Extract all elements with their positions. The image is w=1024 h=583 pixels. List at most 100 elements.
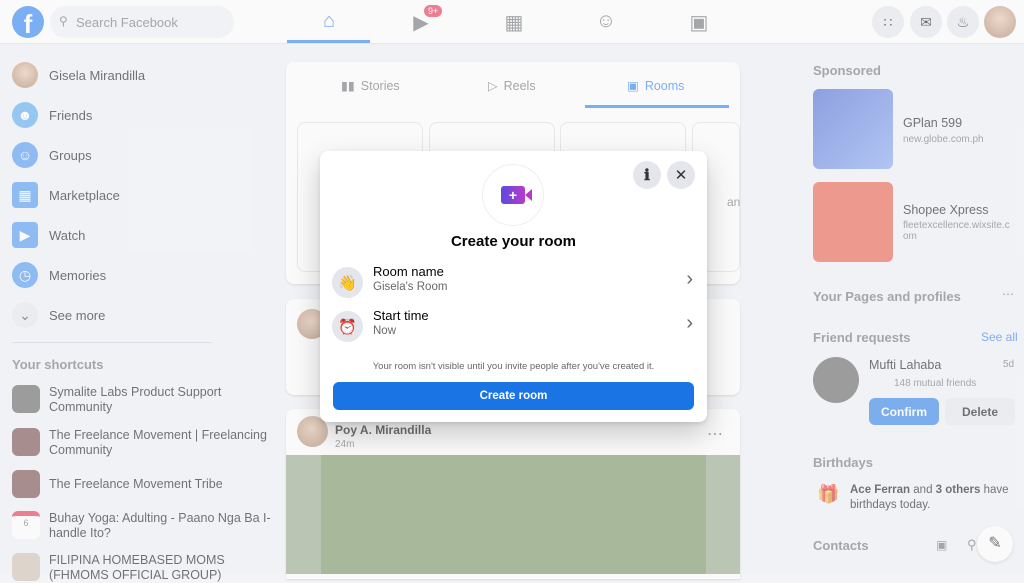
gift-icon: 🎁 (817, 484, 840, 504)
chevron-down-icon: ⌄ (12, 302, 38, 328)
pages-title: Your Pages and profiles (813, 289, 961, 304)
shortcut-item[interactable]: Symalite Labs Product Support Community (12, 385, 272, 415)
group-thumbnail (12, 553, 40, 581)
shortcut-label: The Freelance Movement | Freelancing Com… (49, 428, 267, 457)
marketplace-icon: ▦ (12, 182, 38, 208)
info-icon[interactable]: ℹ (633, 161, 661, 189)
shortcut-label: FILIPINA HOMEBASED MOMS (FHMOMS OFFICIAL… (49, 553, 225, 582)
search-icon[interactable]: ⚲ (967, 537, 977, 553)
search-input[interactable]: ⚲ Search Facebook (50, 6, 234, 38)
contacts-title: Contacts (813, 538, 869, 553)
tab-rooms[interactable]: ▣ Rooms (627, 78, 685, 94)
room-card-label: an (727, 195, 741, 209)
friend-request-age: 5d (1003, 359, 1015, 370)
sidebar-item-label: See more (49, 307, 106, 323)
sidebar-item-label: Marketplace (49, 187, 120, 203)
sponsored-title: Sponsored (813, 63, 881, 78)
sidebar-item-label: Watch (49, 227, 86, 243)
sidebar-item-profile[interactable]: Gisela Mirandilla (12, 57, 272, 93)
ad-image[interactable] (813, 89, 893, 169)
post-time[interactable]: 24m (335, 439, 354, 450)
chevron-right-icon: › (686, 312, 693, 334)
friends-icon: ☻ (12, 102, 38, 128)
search-placeholder: Search Facebook (76, 15, 178, 30)
video-plus-icon: + (501, 186, 532, 204)
see-all-link[interactable]: See all (981, 330, 1018, 344)
calendar-icon: 6 (12, 511, 40, 539)
sidebar-item-marketplace[interactable]: ▦ Marketplace (12, 177, 272, 213)
birthdays-title: Birthdays (813, 455, 873, 470)
more-options-icon[interactable]: ⋯ (1002, 287, 1014, 301)
tab-stories[interactable]: ▮▮ Stories (341, 78, 400, 94)
start-time-row[interactable]: ⏰ Start time Now › (332, 306, 695, 346)
ad-url: fleetexcellence.wixsite.com (903, 220, 1010, 242)
birthday-others[interactable]: 3 others (936, 484, 981, 496)
chevron-right-icon: › (686, 268, 693, 290)
confirm-button[interactable]: Confirm (869, 398, 939, 425)
sidebar-item-label: Gisela Mirandilla (49, 67, 146, 83)
sidebar-item-groups[interactable]: ☺ Groups (12, 137, 272, 173)
sidebar-item-memories[interactable]: ◷ Memories (12, 257, 272, 293)
reels-icon: ▷ (488, 79, 498, 93)
room-name-row[interactable]: 👋 Room name Gisela's Room › (332, 262, 695, 302)
stories-icon: ▮▮ (341, 79, 355, 93)
row-value: Now (373, 325, 397, 337)
shortcut-item[interactable]: 6 Buhay Yoga: Adulting - Paano Nga Ba I-h… (12, 511, 272, 541)
post-image[interactable] (286, 455, 740, 574)
ad-image[interactable] (813, 182, 893, 262)
active-tab-indicator (585, 105, 729, 108)
tab-reels[interactable]: ▷ Reels (488, 78, 536, 94)
video-call-icon[interactable]: ▣ (936, 538, 947, 552)
birthday-name[interactable]: Ace Ferran (850, 484, 910, 496)
messenger-icon[interactable]: ✉ (910, 6, 942, 38)
menu-grid-icon[interactable]: ∷ (872, 6, 904, 38)
account-avatar[interactable] (984, 6, 1016, 38)
sidebar-item-label: Groups (49, 147, 92, 163)
sidebar-item-friends[interactable]: ☻ Friends (12, 97, 272, 133)
rooms-icon: ▣ (627, 79, 639, 93)
avatar (12, 62, 38, 88)
groups-icon[interactable]: ☺ (594, 10, 618, 34)
shortcut-item[interactable]: The Freelance Movement Tribe (12, 470, 272, 498)
tab-label: Rooms (644, 78, 685, 93)
watch-badge: 9+ (424, 5, 443, 17)
ad-title[interactable]: Shopee Xpress (903, 203, 988, 217)
friend-requests-title: Friend requests (813, 330, 911, 345)
friend-request-avatar[interactable] (813, 357, 859, 403)
sidebar-item-label: Friends (49, 107, 93, 123)
group-thumbnail (12, 470, 40, 498)
close-icon[interactable]: ✕ (667, 161, 695, 189)
shortcut-label: Symalite Labs Product Support Community (49, 385, 222, 414)
shortcuts-title: Your shortcuts (12, 357, 104, 372)
new-message-icon[interactable]: ✎ (977, 526, 1013, 562)
memories-icon: ◷ (12, 262, 38, 288)
home-icon[interactable]: ⌂ (317, 10, 341, 34)
shortcut-item[interactable]: FILIPINA HOMEBASED MOMS (FHMOMS OFFICIAL… (12, 553, 272, 583)
friend-request-name[interactable]: Mufti Lahaba (869, 358, 941, 372)
create-room-button[interactable]: Create room (333, 382, 694, 410)
watch-icon: ▶ (12, 222, 38, 248)
sidebar-item-label: Memories (49, 267, 107, 283)
create-room-dialog: + ℹ ✕ Create your room 👋 Room name Gisel… (320, 151, 707, 422)
search-icon: ⚲ (59, 14, 68, 28)
facebook-logo[interactable]: f (12, 6, 44, 39)
ad-url: new.globe.com.ph (903, 134, 984, 145)
tab-label: Stories (360, 78, 400, 93)
wave-icon: 👋 (332, 267, 363, 298)
marketplace-icon[interactable]: ▦ (502, 10, 526, 34)
shortcut-item[interactable]: The Freelance Movement | Freelancing Com… (12, 428, 272, 458)
ad-title[interactable]: GPlan 599 (903, 116, 962, 130)
more-options-icon[interactable]: ⋯ (707, 424, 723, 444)
sidebar-item-watch[interactable]: ▶ Watch (12, 217, 272, 253)
sidebar-see-more[interactable]: ⌄ See more (12, 297, 272, 333)
group-thumbnail (12, 385, 40, 413)
shortcut-label: Buhay Yoga: Adulting - Paano Nga Ba I-ha… (49, 511, 271, 540)
row-label: Room name (373, 264, 444, 279)
alarm-clock-icon: ⏰ (332, 311, 363, 342)
post-author[interactable]: Poy A. Mirandilla (335, 423, 431, 437)
row-label: Start time (373, 308, 429, 323)
notifications-icon[interactable]: ♨ (947, 6, 979, 38)
delete-button[interactable]: Delete (945, 398, 1015, 425)
group-thumbnail (12, 428, 40, 456)
gaming-icon[interactable]: ▣ (687, 10, 711, 34)
